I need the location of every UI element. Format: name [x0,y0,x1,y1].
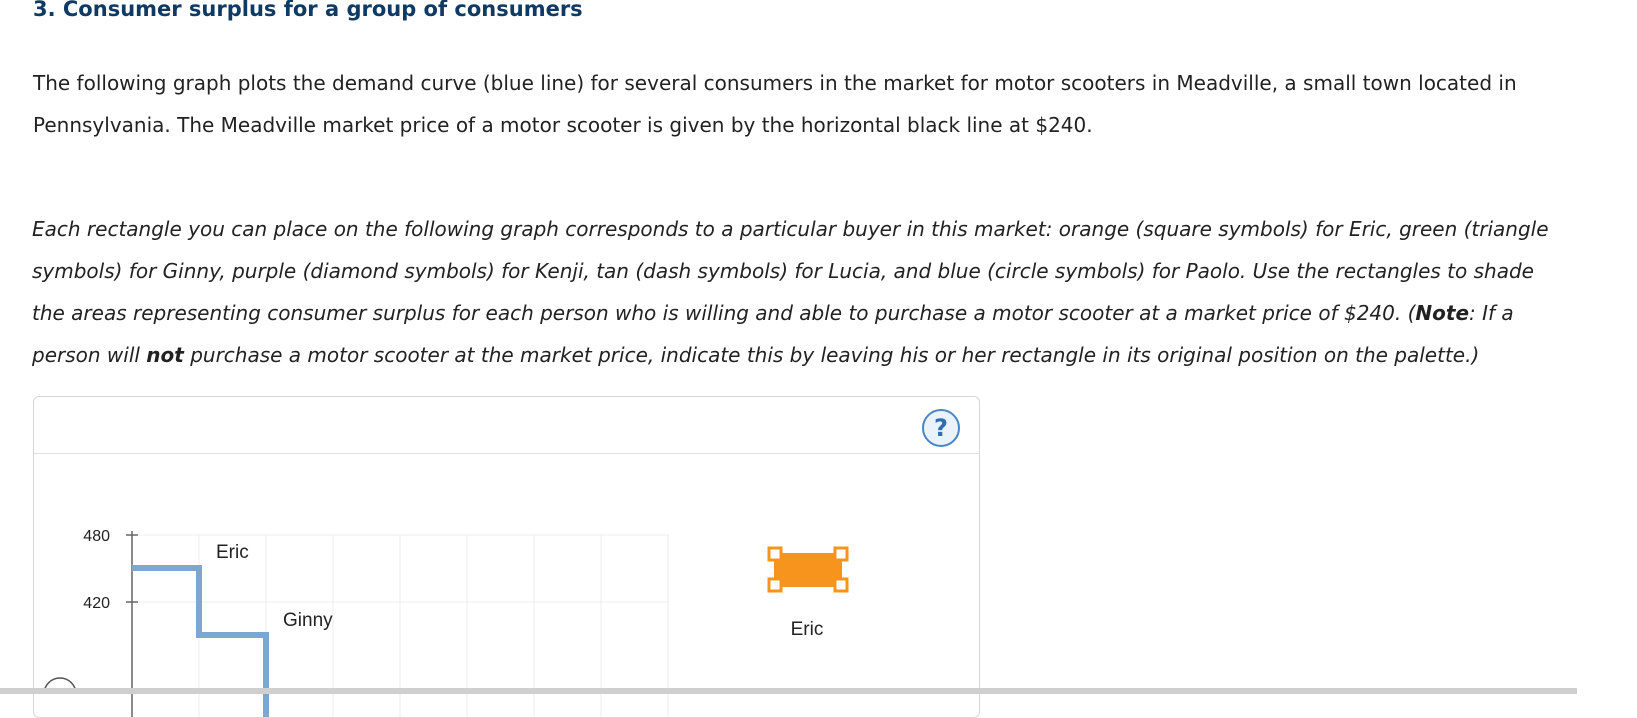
question-heading: 3. Consumer surplus for a group of consu… [33,0,583,21]
demand-step-label-eric: Eric [216,542,249,563]
square-icon[interactable] [767,546,783,562]
palette-rectangle-eric[interactable] [767,546,849,593]
eric-rectangle-fill[interactable] [774,553,842,587]
question-instructions: Each rectangle you can place on the foll… [32,208,1637,376]
square-icon[interactable] [767,577,783,593]
instructions-text: purchase a motor scooter at the market p… [183,343,1480,367]
intro-line: The following graph plots the demand cur… [33,71,1517,95]
horizontal-scrollbar[interactable] [0,688,1577,694]
graph-widget-panel: ? 480 420 Eric Ginny Eric [33,396,980,718]
instructions-text: the areas representing consumer surplus … [32,301,1416,325]
instructions-line: the areas representing consumer surplus … [32,292,1637,334]
instructions-line: Each rectangle you can place on the foll… [32,217,1549,241]
square-icon[interactable] [833,546,849,562]
note-label: Note [1415,301,1470,325]
palette-label-eric: Eric [791,619,824,640]
demand-step-label-ginny: Ginny [283,610,333,631]
graph-canvas: 480 420 Eric Ginny Eric [83,528,849,717]
instructions-text: : If a [1469,301,1514,325]
instructions-text: person will [32,343,147,367]
question-intro: The following graph plots the demand cur… [33,62,1633,146]
intro-line: Pennsylvania. The Meadville market price… [33,113,1093,137]
y-tick-label: 420 [83,595,110,612]
instructions-line: symbols) for Ginny, purple (diamond symb… [32,259,1534,283]
y-tick-label: 480 [83,528,110,545]
instructions-line: person will not purchase a motor scooter… [32,334,1637,376]
square-icon[interactable] [833,577,849,593]
not-emphasis: not [146,343,184,367]
